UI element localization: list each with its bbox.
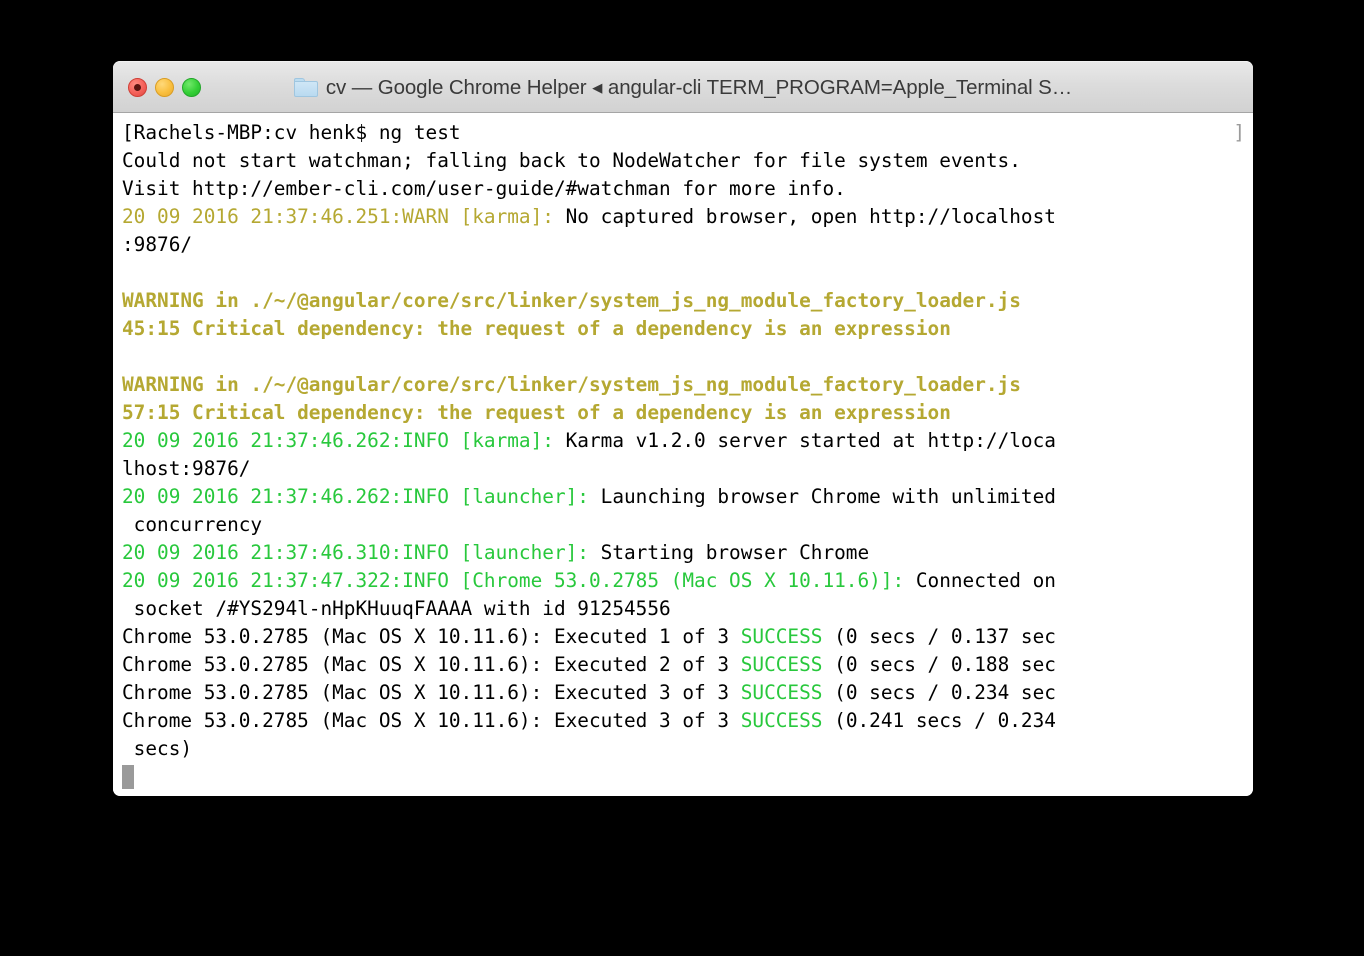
terminal-line-exec-2: Chrome 53.0.2785 (Mac OS X 10.11.6): Exe… bbox=[122, 651, 1253, 679]
terminal-line-prompt-command: [Rachels-MBP:cv henk$ ng test bbox=[122, 119, 1253, 147]
folder-icon bbox=[293, 77, 318, 97]
terminal-line-warning-1-detail: 45:15 Critical dependency: the request o… bbox=[122, 315, 1253, 343]
terminal-span: 20 09 2016 21:37:46.262:INFO [launcher]: bbox=[122, 485, 601, 508]
terminal-span: :9876/ bbox=[122, 233, 193, 256]
terminal-span: (0 secs / 0.234 sec bbox=[822, 681, 1056, 704]
terminal-line-blank-2 bbox=[122, 343, 1253, 371]
terminal-span: WARNING in ./~/@angular/core/src/linker/… bbox=[122, 373, 1021, 396]
title-bar-center: cv — Google Chrome Helper ◂ angular-cli … bbox=[113, 62, 1253, 112]
terminal-span: Visit http://ember-cli.com/user-guide/#w… bbox=[122, 177, 846, 200]
window-controls bbox=[128, 77, 201, 97]
terminal-line-exec-3: Chrome 53.0.2785 (Mac OS X 10.11.6): Exe… bbox=[122, 679, 1253, 707]
terminal-line-karma-server-wrap: lhost:9876/ bbox=[122, 455, 1253, 483]
terminal-span: socket /#YS294l-nHpKHuuqFAAAA with id 91… bbox=[122, 597, 671, 620]
terminal-span: SUCCESS bbox=[740, 709, 823, 732]
terminal-line-chrome-connected-wrap: socket /#YS294l-nHpKHuuqFAAAA with id 91… bbox=[122, 595, 1253, 623]
terminal-span: (0.241 secs / 0.234 bbox=[822, 709, 1056, 732]
terminal-line-exec-1: Chrome 53.0.2785 (Mac OS X 10.11.6): Exe… bbox=[122, 623, 1253, 651]
terminal-span: secs) bbox=[122, 737, 193, 760]
terminal-line-karma-no-browser: 20 09 2016 21:37:46.251:WARN [karma]: No… bbox=[122, 203, 1253, 231]
terminal-line-exec-total: Chrome 53.0.2785 (Mac OS X 10.11.6): Exe… bbox=[122, 707, 1253, 735]
terminal-span: 20 09 2016 21:37:46.251:WARN [karma]: bbox=[122, 205, 566, 228]
terminal-line-exec-total-wrap: secs) bbox=[122, 735, 1253, 763]
terminal-span: WARNING in ./~/@angular/core/src/linker/… bbox=[122, 289, 1021, 312]
terminal-line-warning-2-detail: 57:15 Critical dependency: the request o… bbox=[122, 399, 1253, 427]
terminal-span: lhost:9876/ bbox=[122, 457, 251, 480]
terminal-line-launcher-starting: 20 09 2016 21:37:46.310:INFO [launcher]:… bbox=[122, 539, 1253, 567]
terminal-span: Starting browser Chrome bbox=[600, 541, 870, 564]
terminal-line-chrome-connected: 20 09 2016 21:37:47.322:INFO [Chrome 53.… bbox=[122, 567, 1253, 595]
terminal-span: No captured browser, open http://localho… bbox=[565, 205, 1056, 228]
terminal-span: Chrome 53.0.2785 (Mac OS X 10.11.6): Exe… bbox=[122, 625, 741, 648]
terminal-span: Karma v1.2.0 server started at http://lo… bbox=[565, 429, 1056, 452]
terminal-span: [Rachels-MBP:cv henk$ ng test bbox=[122, 121, 461, 144]
window-title: cv — Google Chrome Helper ◂ angular-cli … bbox=[325, 75, 1073, 99]
terminal-span: SUCCESS bbox=[740, 653, 823, 676]
terminal-span bbox=[122, 261, 134, 284]
terminal-line-launcher-launching: 20 09 2016 21:37:46.262:INFO [launcher]:… bbox=[122, 483, 1253, 511]
terminal-line-blank-1 bbox=[122, 259, 1253, 287]
terminal-span: 20 09 2016 21:37:47.322:INFO [Chrome 53.… bbox=[122, 569, 916, 592]
terminal-span: 20 09 2016 21:37:46.310:INFO [launcher]: bbox=[122, 541, 601, 564]
minimize-button[interactable] bbox=[155, 77, 174, 97]
close-icon bbox=[134, 83, 141, 91]
terminal-span: SUCCESS bbox=[740, 625, 823, 648]
terminal-line-watchman-visit: Visit http://ember-cli.com/user-guide/#w… bbox=[122, 175, 1253, 203]
terminal-span: concurrency bbox=[122, 513, 263, 536]
terminal-line-watchman-warning: Could not start watchman; falling back t… bbox=[122, 147, 1253, 175]
terminal-span: (0 secs / 0.188 sec bbox=[822, 653, 1056, 676]
terminal-span: Chrome 53.0.2785 (Mac OS X 10.11.6): Exe… bbox=[122, 653, 741, 676]
terminal-span: 20 09 2016 21:37:46.262:INFO [karma]: bbox=[122, 429, 566, 452]
terminal-span: Chrome 53.0.2785 (Mac OS X 10.11.6): Exe… bbox=[122, 681, 741, 704]
terminal-span: Launching browser Chrome with unlimited bbox=[600, 485, 1056, 508]
terminal-span: SUCCESS bbox=[740, 681, 823, 704]
terminal-span bbox=[122, 345, 134, 368]
terminal-output: [Rachels-MBP:cv henk$ ng test Could not s… bbox=[122, 119, 1253, 763]
terminal-line-karma-no-browser-wrap: :9876/ bbox=[122, 231, 1253, 259]
terminal-line-warning-2-head: WARNING in ./~/@angular/core/src/linker/… bbox=[122, 371, 1253, 399]
terminal-span: Could not start watchman; falling back t… bbox=[122, 149, 1021, 172]
title-bar[interactable]: cv — Google Chrome Helper ◂ angular-cli … bbox=[113, 61, 1253, 113]
close-button[interactable] bbox=[128, 77, 147, 97]
terminal-span: Chrome 53.0.2785 (Mac OS X 10.11.6): Exe… bbox=[122, 709, 741, 732]
terminal-window[interactable]: cv — Google Chrome Helper ◂ angular-cli … bbox=[113, 61, 1253, 796]
prompt-mark-icon: ] bbox=[1233, 121, 1245, 144]
terminal-span: Connected on bbox=[915, 569, 1056, 592]
terminal-span: (0 secs / 0.137 sec bbox=[822, 625, 1056, 648]
terminal-body[interactable]: [Rachels-MBP:cv henk$ ng test Could not s… bbox=[113, 113, 1253, 796]
terminal-line-karma-server: 20 09 2016 21:37:46.262:INFO [karma]: Ka… bbox=[122, 427, 1253, 455]
text-cursor bbox=[122, 765, 134, 789]
terminal-span: 57:15 Critical dependency: the request o… bbox=[122, 401, 951, 424]
terminal-line-warning-1-head: WARNING in ./~/@angular/core/src/linker/… bbox=[122, 287, 1253, 315]
zoom-button[interactable] bbox=[182, 77, 201, 97]
terminal-span: 45:15 Critical dependency: the request o… bbox=[122, 317, 951, 340]
terminal-line-launcher-launching-wrap: concurrency bbox=[122, 511, 1253, 539]
